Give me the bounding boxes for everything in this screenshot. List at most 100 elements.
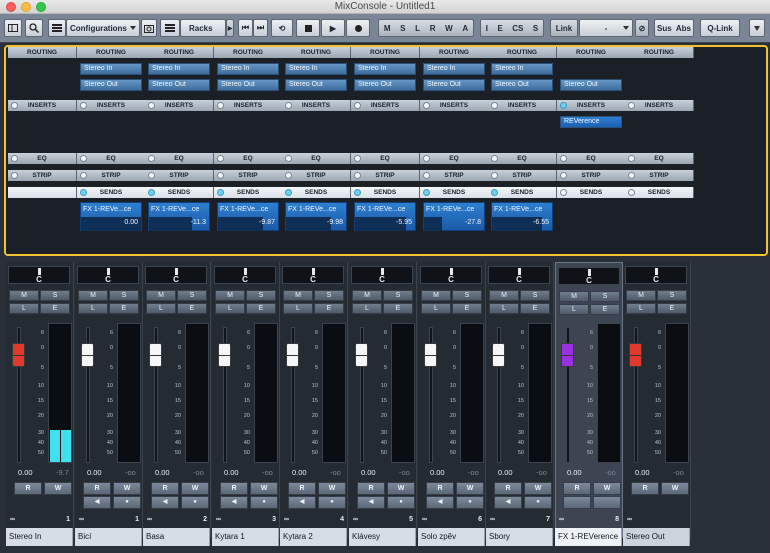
link-disable-button[interactable]: ⊘ [635,19,649,37]
listen-button[interactable]: L [626,303,656,314]
peak-value[interactable]: -oo [399,468,410,477]
listen-button[interactable]: L [215,303,245,314]
pan-control[interactable]: C [351,266,413,284]
go-to-end-button[interactable]: ⏭ [253,19,268,37]
read-automation-button[interactable]: R [220,482,248,495]
volume-value[interactable]: 0.00 [635,468,650,477]
volume-fader-handle[interactable] [492,343,505,367]
read-automation-button[interactable]: R [563,482,591,495]
strip-bypass-icon[interactable] [354,172,361,179]
sends-bypass-icon[interactable] [560,189,567,196]
peak-value[interactable]: -oo [536,468,547,477]
listen-button[interactable]: L [78,303,108,314]
solo-button[interactable]: S [657,290,687,301]
routing-output-slot[interactable]: Stereo Out [423,79,485,91]
record-enable-button[interactable]: ● [250,496,278,509]
mode-button-e[interactable]: E [497,24,502,33]
solo-button[interactable]: S [177,290,207,301]
routing-header-6[interactable]: ROUTING [351,47,420,58]
routing-input-slot[interactable]: Stereo In [148,63,210,75]
read-automation-button[interactable]: R [426,482,454,495]
read-automation-button[interactable]: R [631,482,659,495]
monitor-button[interactable]: ◀ [151,496,179,509]
link-icon[interactable]: ∞ [353,516,358,523]
eq-bypass-icon[interactable] [148,155,155,162]
pan-control[interactable]: C [625,266,687,284]
monitor-button[interactable]: ◀ [357,496,385,509]
write-automation-button[interactable]: W [113,482,141,495]
routing-output-slot[interactable]: Stereo Out [560,79,622,91]
sends-bypass-icon[interactable] [148,189,155,196]
peak-value[interactable]: -oo [468,468,479,477]
monitor-button[interactable]: ◀ [220,496,248,509]
monitor-button[interactable]: ◀ [288,496,316,509]
read-automation-button[interactable]: R [288,482,316,495]
solo-button[interactable]: S [383,290,413,301]
eq-bypass-icon[interactable] [217,155,224,162]
volume-value[interactable]: 0.00 [155,468,170,477]
monitor-button[interactable]: ◀ [494,496,522,509]
insert-slot[interactable]: REVerence [560,116,622,128]
go-to-start-button[interactable]: ⏮ [238,19,253,37]
routing-output-slot[interactable]: Stereo Out [148,79,210,91]
configurations-dropdown[interactable]: Configurations [66,19,140,37]
listen-button[interactable]: L [9,303,39,314]
solo-button[interactable]: S [246,290,276,301]
peak-value[interactable]: -oo [125,468,136,477]
channel-name-label[interactable]: Bicí [75,528,142,546]
pan-control[interactable]: C [77,266,139,284]
routing-output-slot[interactable]: Stereo Out [285,79,347,91]
listen-button[interactable]: L [146,303,176,314]
routing-output-slot[interactable]: Stereo Out [80,79,142,91]
channel-name-label[interactable]: Sbory [486,528,553,546]
routing-input-slot[interactable]: Stereo In [491,63,553,75]
inserts-header-6[interactable]: INSERTS [351,100,420,111]
strip-header-5[interactable]: STRIP [282,170,351,181]
racks-icon-button[interactable] [160,19,180,37]
channel-name-label[interactable]: Solo zpěv [418,528,485,546]
volume-value[interactable]: 0.00 [430,468,445,477]
q-link-button[interactable]: Q-Link [700,19,740,37]
inserts-bypass-icon[interactable] [354,102,361,109]
volume-fader-handle[interactable] [561,343,574,367]
routing-header-8[interactable]: ROUTING [488,47,557,58]
routing-input-slot[interactable]: Stereo In [217,63,279,75]
mode-button-s2[interactable]: S [533,24,538,33]
link-icon[interactable]: ∞ [422,516,427,523]
routing-input-slot[interactable]: Stereo In [80,63,142,75]
mute-button[interactable]: M [78,290,108,301]
strip-header-9[interactable]: STRIP [557,170,626,181]
send-slot[interactable]: FX 1-REVe...ce -11.3 [148,202,210,231]
mute-button[interactable]: M [9,290,39,301]
write-automation-button[interactable]: W [524,482,552,495]
listen-button[interactable]: L [489,303,519,314]
volume-fader-handle[interactable] [355,343,368,367]
solo-button[interactable]: S [40,290,70,301]
eq-header-5[interactable]: EQ [282,153,351,164]
inserts-bypass-icon[interactable] [491,102,498,109]
inserts-bypass-icon[interactable] [423,102,430,109]
routing-output-slot[interactable]: Stereo Out [354,79,416,91]
solo-button[interactable]: S [452,290,482,301]
edit-button[interactable]: E [314,303,344,314]
eq-bypass-icon[interactable] [423,155,430,162]
blank-button[interactable] [563,496,591,509]
mode-button-cs[interactable]: CS [512,24,523,33]
sends-header-4[interactable]: SENDS [214,187,283,198]
eq-header-10[interactable]: EQ [625,153,694,164]
mode-button-i[interactable]: I [486,24,488,33]
routing-header-10[interactable]: ROUTING [625,47,694,58]
inserts-header-1[interactable]: INSERTS [8,100,77,111]
inserts-bypass-icon[interactable] [148,102,155,109]
volume-value[interactable]: 0.00 [498,468,513,477]
inserts-header-5[interactable]: INSERTS [282,100,351,111]
eq-header-7[interactable]: EQ [420,153,489,164]
play-button[interactable]: ▶ [321,19,345,37]
routing-header-9[interactable]: ROUTING [557,47,626,58]
routing-header-7[interactable]: ROUTING [420,47,489,58]
edit-button[interactable]: E [452,303,482,314]
sends-header-5[interactable]: SENDS [282,187,351,198]
volume-value[interactable]: 0.00 [87,468,102,477]
sends-bypass-icon[interactable] [423,189,430,196]
mode-button-a[interactable]: A [462,24,468,33]
